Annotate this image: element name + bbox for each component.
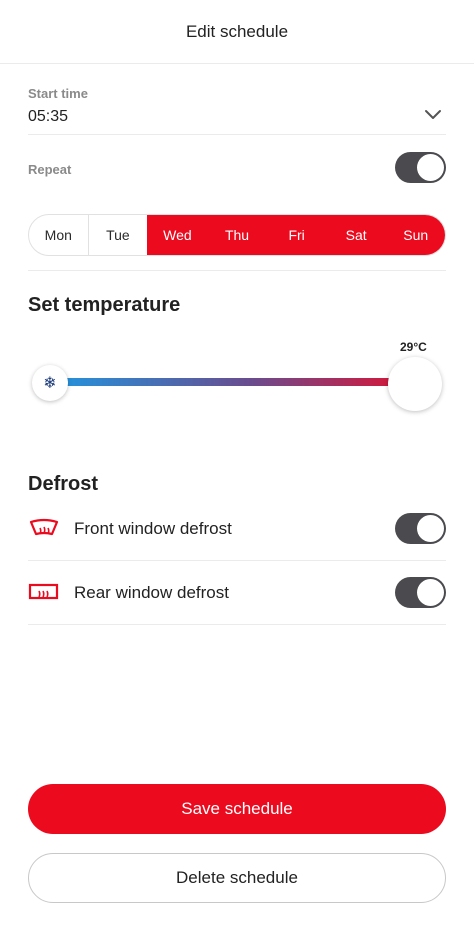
rear-defrost-icon (28, 583, 59, 600)
toggle-knob (417, 515, 444, 542)
rear-defrost-label: Rear window defrost (74, 583, 229, 602)
divider (28, 134, 446, 135)
page-title: Edit schedule (185, 21, 289, 41)
day-fri[interactable]: Fri (266, 215, 326, 255)
front-defrost-row: Front window defrost (28, 497, 446, 561)
front-defrost-icon (29, 518, 59, 536)
chevron-down-icon[interactable] (424, 109, 442, 121)
day-sat[interactable]: Sat (325, 215, 386, 255)
start-time-label: Start time (28, 86, 88, 101)
snowflake-icon: ❄ (32, 365, 68, 401)
divider (28, 270, 446, 271)
day-wed[interactable]: Wed (147, 215, 207, 255)
toggle-knob (417, 579, 444, 606)
front-defrost-label: Front window defrost (74, 519, 232, 538)
repeat-label: Repeat (28, 162, 72, 177)
temperature-slider-thumb[interactable] (388, 357, 442, 411)
day-tue[interactable]: Tue (87, 215, 148, 255)
temperature-title: Set temperature (28, 294, 181, 316)
temperature-slider-track[interactable] (50, 378, 416, 386)
save-schedule-button[interactable]: Save schedule (28, 784, 446, 834)
rear-defrost-row: Rear window defrost (28, 561, 446, 625)
day-selector: Mon Tue Wed Thu Fri Sat Sun (28, 214, 446, 256)
temperature-value: 29°C (400, 340, 427, 354)
delete-schedule-button[interactable]: Delete schedule (28, 853, 446, 903)
day-mon[interactable]: Mon (29, 215, 88, 255)
repeat-toggle[interactable] (395, 152, 446, 183)
start-time-value[interactable]: 05:35 (28, 108, 68, 126)
front-defrost-toggle[interactable] (395, 513, 446, 544)
rear-defrost-toggle[interactable] (395, 577, 446, 608)
header-bar: Edit schedule (0, 0, 474, 64)
divider (28, 624, 446, 625)
day-sun[interactable]: Sun (385, 215, 445, 255)
toggle-knob (417, 154, 444, 181)
day-thu[interactable]: Thu (206, 215, 267, 255)
defrost-title: Defrost (28, 473, 99, 495)
